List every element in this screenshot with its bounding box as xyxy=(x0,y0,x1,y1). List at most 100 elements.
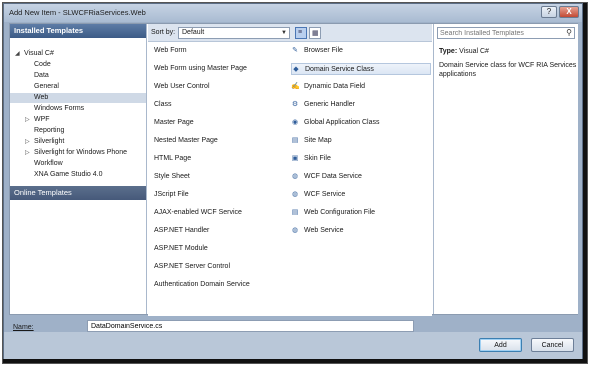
icon-view-icon: ▦ xyxy=(312,30,319,37)
help-button[interactable]: ? xyxy=(541,6,557,18)
collapsed-arrow-icon[interactable]: ▷ xyxy=(25,148,30,158)
template-item-label: Dynamic Data Field xyxy=(304,83,366,90)
tree-item[interactable]: Code xyxy=(10,60,146,70)
template-item[interactable]: ⚙ Generic Handler xyxy=(291,99,431,111)
template-item-label: ASP.NET Server Control xyxy=(154,263,230,270)
tree-item-label: Windows Forms xyxy=(34,105,85,112)
template-icon: ▤ xyxy=(291,137,299,144)
tree-item-label: General xyxy=(34,83,59,90)
close-icon: X xyxy=(566,7,572,16)
tree-item-label: Reporting xyxy=(34,127,65,134)
template-item[interactable]: Nested Master Page xyxy=(154,135,282,147)
type-value: Visual C# xyxy=(459,48,489,55)
template-item[interactable]: HTML Page xyxy=(154,153,282,165)
template-item[interactable]: Master Page xyxy=(154,117,282,129)
template-item[interactable]: Web Form using Master Page xyxy=(154,63,282,75)
template-icon: ✎ xyxy=(292,47,298,54)
help-icon: ? xyxy=(546,7,552,16)
template-item-label: Web Form using Master Page xyxy=(154,65,247,72)
tree-item[interactable]: XNA Game Studio 4.0 xyxy=(10,170,146,180)
template-item[interactable]: ✍ Dynamic Data Field xyxy=(291,81,431,93)
tree-item[interactable]: General xyxy=(10,82,146,92)
template-icon: ◍ xyxy=(291,227,299,234)
template-item[interactable]: AJAX-enabled WCF Service xyxy=(154,207,282,219)
collapsed-arrow-icon[interactable]: ▷ xyxy=(25,137,30,147)
type-line: Type: Visual C# xyxy=(439,48,489,55)
template-item[interactable]: ▣ Skin File xyxy=(291,153,431,165)
template-item[interactable]: ▤ Site Map xyxy=(291,135,431,147)
template-item-label: JScript File xyxy=(154,191,189,198)
tree-item-label: Visual C# xyxy=(24,50,54,57)
template-item[interactable]: Class xyxy=(154,99,282,111)
template-item[interactable]: ASP.NET Server Control xyxy=(154,261,282,273)
tree-item-label: Data xyxy=(34,72,49,79)
template-item[interactable]: ◍ Web Service xyxy=(291,225,431,237)
template-item[interactable]: ▤ Web Configuration File xyxy=(291,207,431,219)
sort-by-dropdown[interactable]: Default ▼ xyxy=(178,27,290,39)
list-view-icon: ≡ xyxy=(298,29,303,36)
search-icon[interactable]: ⚲ xyxy=(566,28,572,37)
template-item[interactable]: ◆ Domain Service Class xyxy=(291,63,431,75)
dialog-body: Installed Templates ◢ Visual C# Code Data Ge… xyxy=(9,23,578,316)
template-item[interactable]: ◍ WCF Data Service xyxy=(291,171,431,183)
search-input[interactable] xyxy=(440,28,560,38)
template-item-label: HTML Page xyxy=(154,155,192,162)
template-item-label: Master Page xyxy=(154,119,194,126)
template-item-label: Authentication Domain Service xyxy=(154,281,250,288)
tree-item[interactable]: Web xyxy=(10,93,146,103)
collapsed-arrow-icon[interactable]: ▷ xyxy=(25,115,30,125)
tree-item-label: Silverlight for Windows Phone xyxy=(34,149,127,156)
tree-item-label: WPF xyxy=(34,116,50,123)
tree-item-label: Web xyxy=(34,94,49,101)
tree-item[interactable]: ▷ WPF xyxy=(10,115,146,125)
template-item[interactable]: Web User Control xyxy=(154,81,282,93)
add-button[interactable]: Add xyxy=(479,338,522,352)
name-label: Name: xyxy=(13,324,34,331)
template-details-pane: ⚲ Type: Visual C# Domain Service class f… xyxy=(433,24,578,314)
cancel-button[interactable]: Cancel xyxy=(531,338,574,352)
template-description: Domain Service class for WCF RIA Service… xyxy=(439,62,577,78)
tree-item[interactable]: ▷ Silverlight xyxy=(10,137,146,147)
template-item[interactable]: ◍ WCF Service xyxy=(291,189,431,201)
template-item-label: ASP.NET Module xyxy=(154,245,208,252)
expanded-arrow-icon[interactable]: ◢ xyxy=(15,49,20,59)
tree-item-label: XNA Game Studio 4.0 xyxy=(34,171,103,178)
template-item-label: Generic Handler xyxy=(304,101,355,108)
name-field[interactable] xyxy=(87,320,414,332)
template-item-label: Class xyxy=(154,101,172,108)
template-item[interactable]: ✎ Browser File xyxy=(291,45,431,57)
template-item[interactable]: Web Form xyxy=(154,45,282,57)
window-title: Add New Item - SLWCFRiaServices.Web xyxy=(9,8,146,17)
search-box[interactable]: ⚲ xyxy=(437,27,575,39)
template-item[interactable]: Style Sheet xyxy=(154,171,282,183)
template-item-label: AJAX-enabled WCF Service xyxy=(154,209,242,216)
sort-label: Sort by: xyxy=(151,29,176,36)
tree-item[interactable]: Windows Forms xyxy=(10,104,146,114)
close-button[interactable]: X xyxy=(559,6,579,18)
icon-view-button[interactable]: ▦ xyxy=(309,27,321,39)
template-item-label: Global Application Class xyxy=(304,119,380,126)
template-icon: ◍ xyxy=(291,191,299,198)
template-item-label: ASP.NET Handler xyxy=(154,227,210,234)
online-templates-header[interactable]: Online Templates xyxy=(10,186,146,200)
tree-item[interactable]: Data xyxy=(10,71,146,81)
template-item-label: Site Map xyxy=(304,137,332,144)
template-item[interactable]: JScript File xyxy=(154,189,282,201)
template-item-label: Browser File xyxy=(304,47,343,54)
template-item[interactable]: Authentication Domain Service xyxy=(154,279,282,291)
tree-item[interactable]: Workflow xyxy=(10,159,146,169)
template-item-label: Web Configuration File xyxy=(304,209,376,216)
template-item-label: Web Form xyxy=(154,47,187,54)
template-item[interactable]: ASP.NET Module xyxy=(154,243,282,255)
template-item[interactable]: ◉ Global Application Class xyxy=(291,117,431,129)
installed-templates-header[interactable]: Installed Templates xyxy=(10,24,146,38)
template-item-label: Web User Control xyxy=(154,83,210,90)
template-item-label: Style Sheet xyxy=(154,173,190,180)
template-icon: ✍ xyxy=(291,83,300,90)
tree-item[interactable]: ▷ Silverlight for Windows Phone xyxy=(10,148,146,158)
template-item[interactable]: ASP.NET Handler xyxy=(154,225,282,237)
tree-item[interactable]: Reporting xyxy=(10,126,146,136)
list-view-button[interactable]: ≡ xyxy=(295,27,307,39)
tree-item[interactable]: ◢ Visual C# xyxy=(10,49,146,59)
sort-by-value: Default xyxy=(182,29,205,36)
